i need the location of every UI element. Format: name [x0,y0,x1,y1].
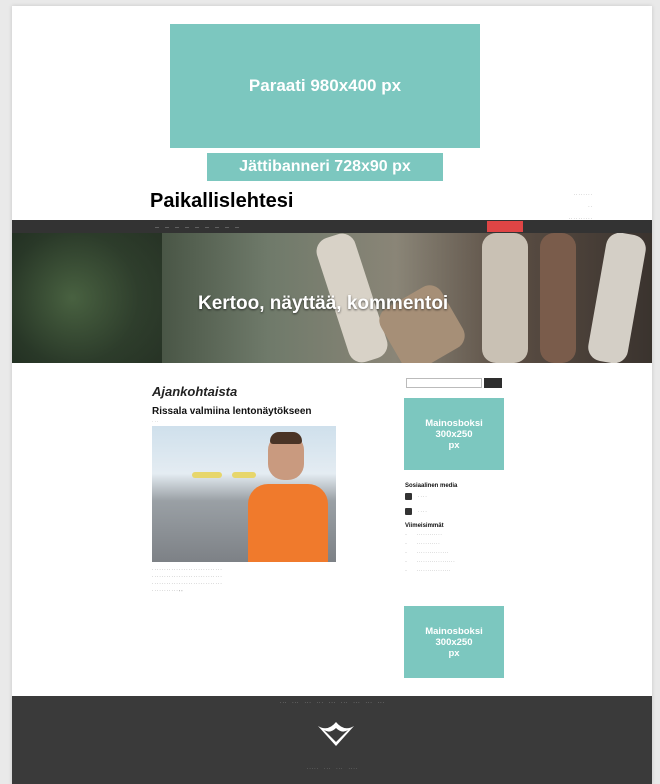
nav-item[interactable]: — [165,224,169,229]
ad-box-2-label: Mainosboksi [425,625,483,637]
search-input[interactable] [406,378,482,388]
site-footer: · · · · · · · · · · · · · · · · · · · · … [12,696,652,784]
facebook-icon [405,493,412,500]
latest-list: ·· · · · · · · · · · · · · ·· · · · · · · … [405,533,505,578]
nav-item[interactable]: — [225,224,229,229]
latest-heading: Viimeisimmät [405,523,444,529]
ad-box-2-size: 300x250 [435,636,473,648]
latest-item[interactable]: ·· · · · · · · · · · · · · · · · · [405,569,505,574]
footer-nav: · · · · · · · · · · · · · · · · · · · · … [12,700,652,705]
savon-media-logo-icon[interactable] [308,716,364,754]
nav-item[interactable]: — [215,224,219,229]
hero-birch-log [482,233,528,363]
article-photo[interactable] [152,426,336,562]
nav-item[interactable]: — [175,224,179,229]
footer-bottom-link[interactable]: · · · · [348,766,357,771]
hero-foliage [12,233,162,363]
footer-link[interactable]: · · · [378,700,384,705]
instagram-icon [405,508,412,515]
latest-item[interactable]: ·· · · · · · · · · · · · · [405,533,505,538]
hero-birch-log [586,233,648,363]
giant-banner-ad-label: Jättibanneri 728x90 px [239,158,411,175]
hero-banner: Kertoo, näyttää, kommentoi [12,233,652,363]
hero-tagline: Kertoo, näyttää, kommentoi [198,293,449,314]
parade-ad[interactable]: Paraati 980x400 px [170,24,480,148]
footer-bottom-link[interactable]: · · · [324,766,330,771]
article-date: · · · [152,419,159,424]
ad-box-1-unit: px [448,439,460,451]
nav-item[interactable]: — [185,224,189,229]
article-title[interactable]: Rissala valmiina lentonäytökseen [152,406,312,417]
article-excerpt: · · · · · · · · · · · · · · · · · · · · … [152,567,222,593]
footer-link[interactable]: · · · [366,700,372,705]
footer-link[interactable]: · · · [341,700,347,705]
nav-items: — — — — — — — — — [155,224,239,229]
photo-plane [192,472,222,478]
search-button[interactable] [484,378,502,388]
header-meta-line: · · [588,204,592,209]
social-facebook[interactable]: · · · · [405,493,427,500]
footer-bottom-links: · · · · · · · · · · · · · · · [12,766,652,771]
nav-cta-button[interactable] [487,221,523,232]
giant-banner-ad[interactable]: Jättibanneri 728x90 px [207,153,443,181]
nav-item[interactable]: — [195,224,199,229]
nav-item[interactable]: — [205,224,209,229]
latest-item[interactable]: ·· · · · · · · · · · · · · · · · [405,551,505,556]
nav-item[interactable]: — [155,224,159,229]
read-more-link[interactable]: · · [179,588,183,593]
ad-box-2-unit: px [448,647,460,659]
section-title: Ajankohtaista [152,384,238,399]
ad-box-1-label: Mainosboksi [425,417,483,429]
parade-ad-label: Paraati 980x400 px [248,76,402,95]
social-facebook-label: · · · · [418,494,427,499]
ad-box-1[interactable]: Mainosboksi 300x250 px [404,398,504,470]
header-meta-line: · · · · · · · · [573,192,592,197]
social-instagram-label: · · · · [418,509,427,514]
footer-link[interactable]: · · · [353,700,359,705]
social-instagram[interactable]: · · · · [405,508,427,515]
ad-box-1-size: 300x250 [435,428,473,440]
social-heading: Sosiaalinen media [405,483,458,489]
footer-link[interactable]: · · · [329,700,335,705]
main-nav: — — — — — — — — — [12,220,652,233]
latest-item[interactable]: ·· · · · · · · · · · · · [405,542,505,547]
footer-bottom-link[interactable]: · · · · · [307,766,318,771]
ad-box-2[interactable]: Mainosboksi 300x250 px [404,606,504,678]
footer-link[interactable]: · · · [317,700,323,705]
photo-plane [232,472,256,478]
photo-person-body [248,484,328,562]
nav-item[interactable]: — [235,224,239,229]
footer-link[interactable]: · · · [292,700,298,705]
footer-link[interactable]: · · · [304,700,310,705]
hero-birch-log [540,233,576,363]
site-logo[interactable]: Paikallislehtesi [150,190,293,213]
page-sheet: Paraati 980x400 px Jättibanneri 728x90 p… [12,6,652,784]
photo-person-hair [270,432,302,444]
footer-bottom-link[interactable]: · · · [336,766,342,771]
latest-item[interactable]: ·· · · · · · · · · · · · · · · · · · · [405,560,505,565]
footer-link[interactable]: · · · [280,700,286,705]
